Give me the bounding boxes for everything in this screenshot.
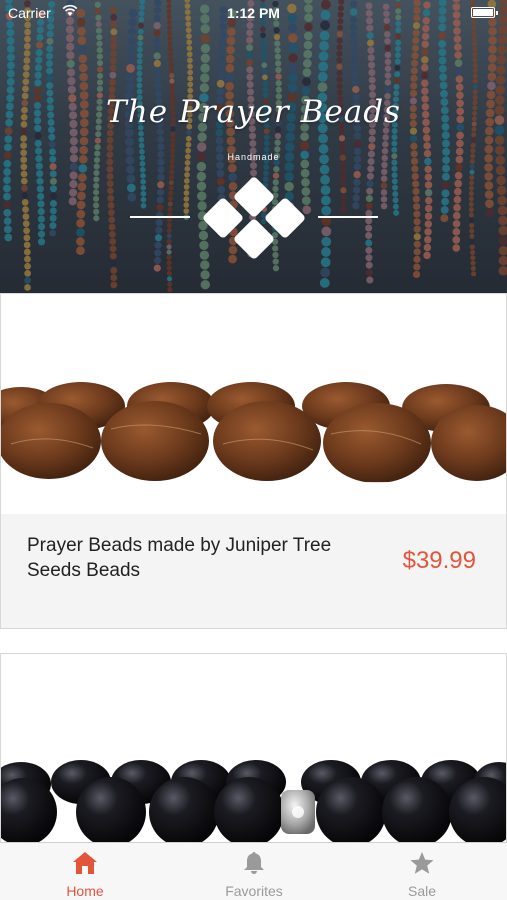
star-icon bbox=[410, 852, 434, 874]
tab-favorites[interactable]: Favorites bbox=[194, 843, 314, 900]
brand-subtitle: Handmade bbox=[227, 152, 280, 162]
brand-title: The Prayer Beads bbox=[106, 94, 401, 130]
product-info: Prayer Beads made by Juniper Tree Seeds … bbox=[1, 514, 506, 628]
tab-home[interactable]: Home bbox=[25, 843, 145, 900]
status-bar: Carrier 1:12 PM bbox=[0, 0, 507, 26]
tab-sale-label: Sale bbox=[407, 883, 437, 899]
hero-banner: Carrier 1:12 PM The Prayer Beads Handmad… bbox=[0, 0, 507, 293]
tab-sale[interactable]: Sale bbox=[362, 843, 482, 900]
tab-home-label: Home bbox=[66, 883, 104, 899]
product-image bbox=[1, 654, 506, 853]
bell-icon bbox=[244, 852, 264, 874]
product-name: Prayer Beads made by Juniper Tree Seeds … bbox=[27, 535, 332, 581]
brand-block: The Prayer Beads Handmade bbox=[0, 94, 507, 162]
product-card[interactable] bbox=[0, 653, 507, 853]
clock: 1:12 PM bbox=[227, 5, 280, 21]
product-card[interactable]: Prayer Beads made by Juniper Tree Seeds … bbox=[0, 293, 507, 629]
product-price: $39.99 bbox=[402, 547, 476, 574]
battery-icon bbox=[471, 7, 498, 18]
tab-bar: Home Favorites Sale bbox=[0, 842, 507, 900]
brand-logo-icon bbox=[130, 175, 378, 261]
product-image bbox=[1, 294, 506, 514]
logo-diamond-right bbox=[263, 196, 307, 240]
tab-favorites-label: Favorites bbox=[225, 883, 283, 899]
home-icon bbox=[73, 852, 97, 874]
